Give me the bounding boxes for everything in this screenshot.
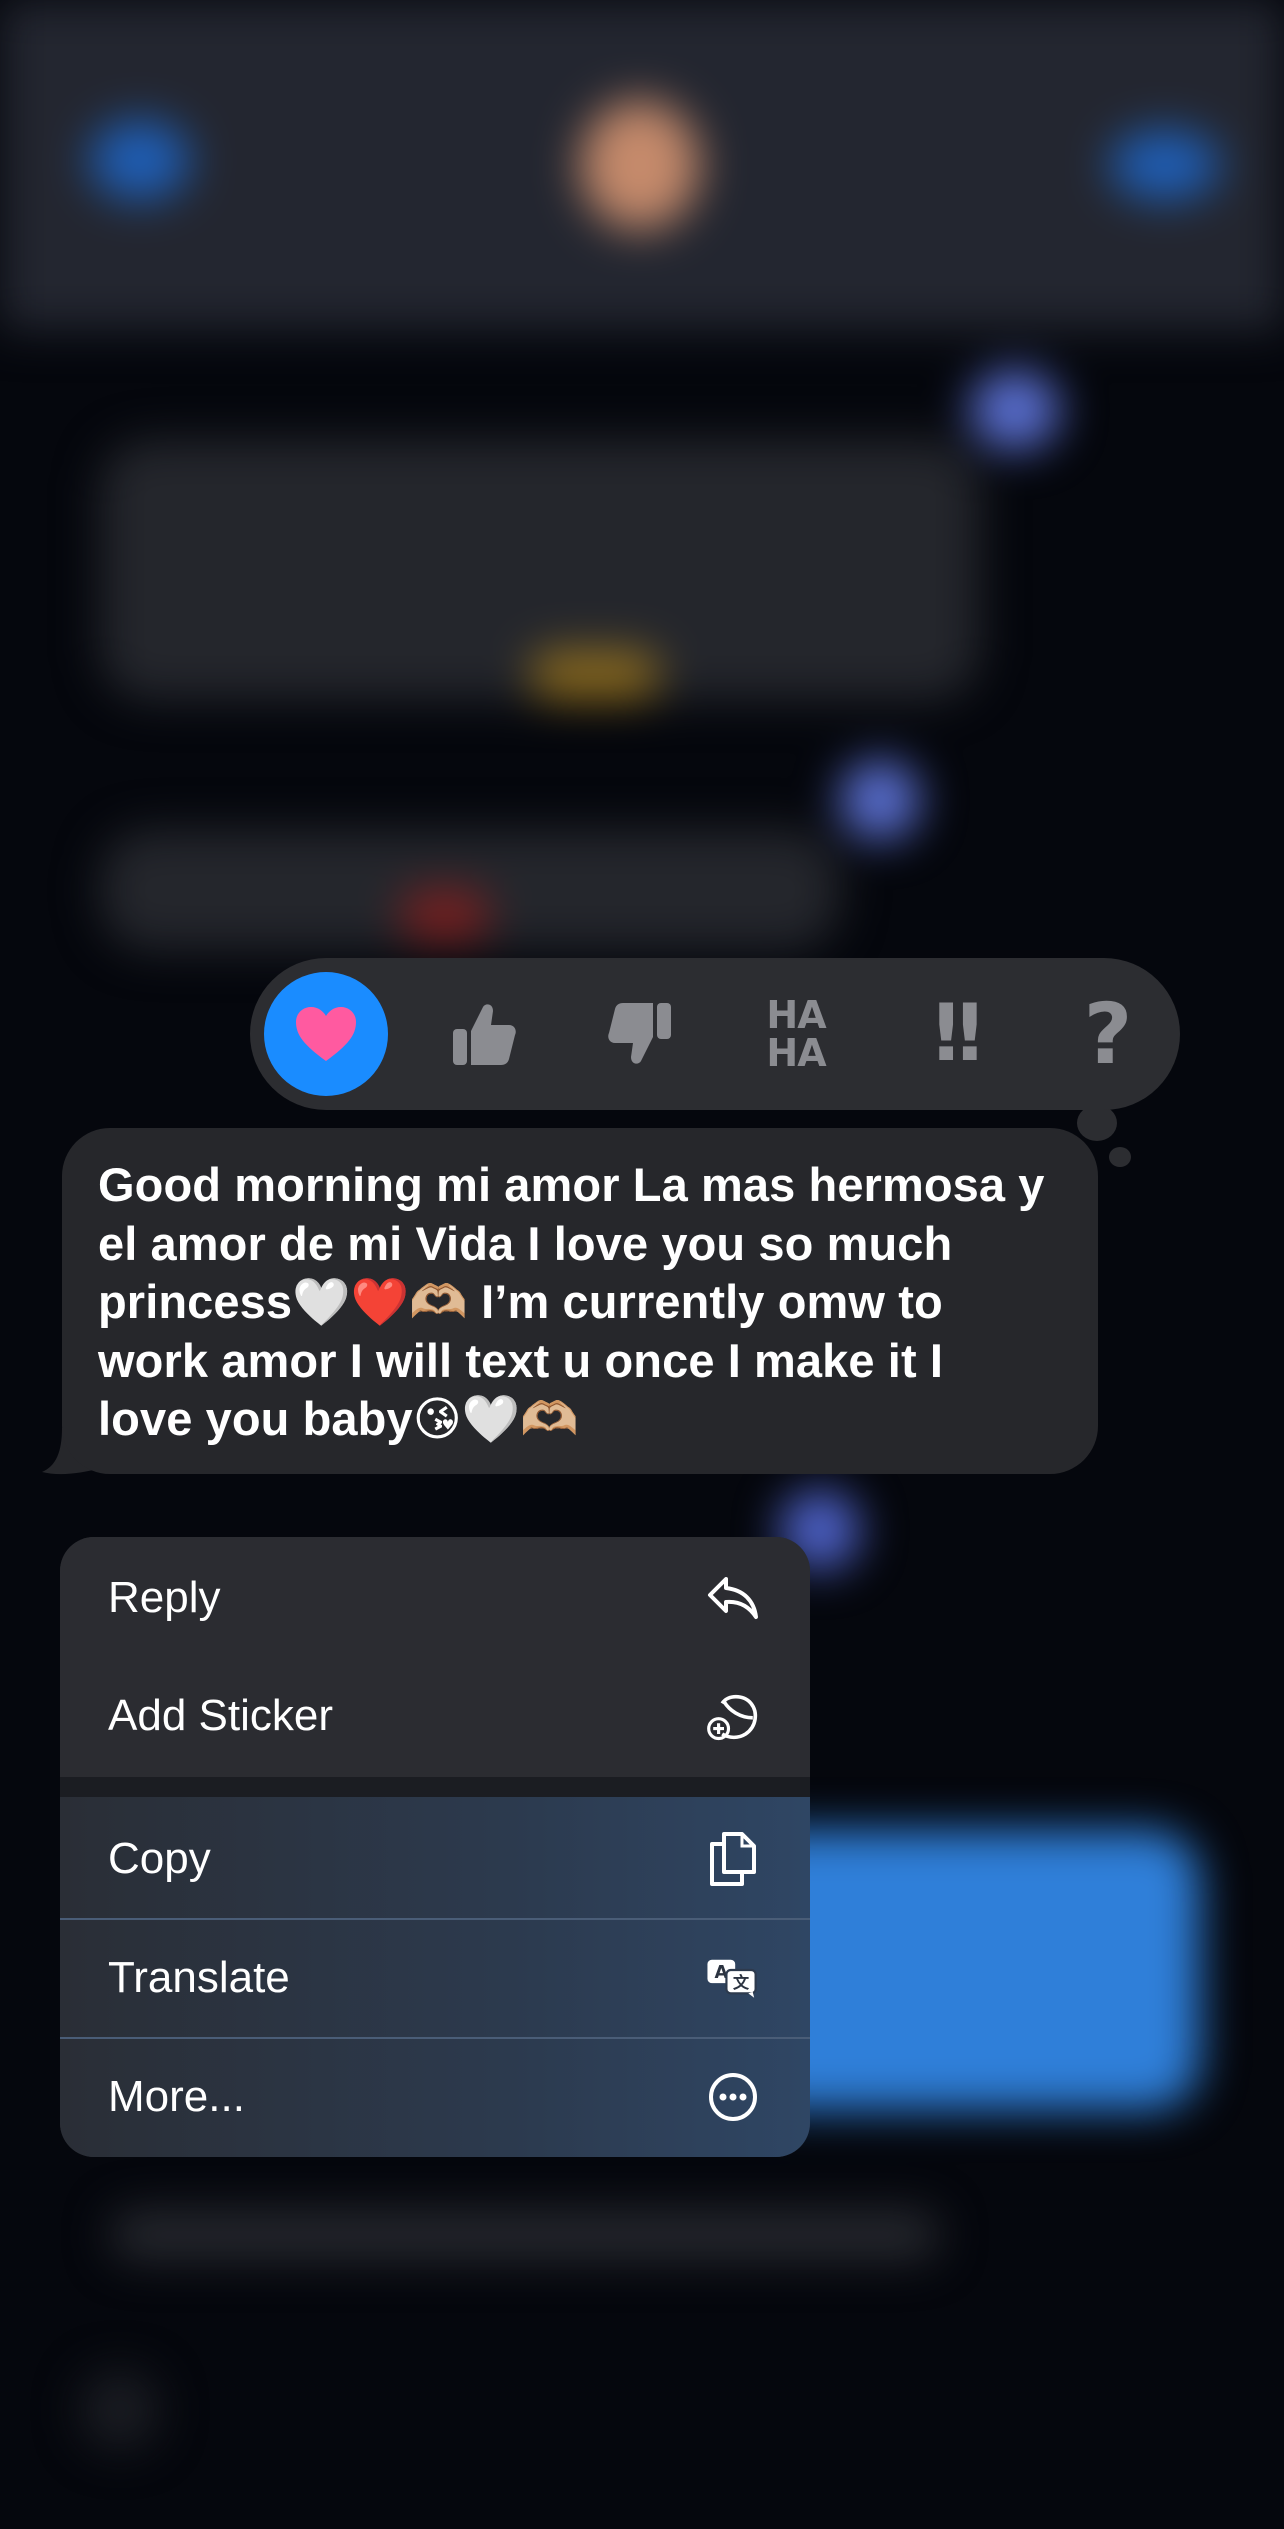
copy-icon (706, 1832, 760, 1886)
tapback-heart-button[interactable] (264, 972, 388, 1096)
menu-item-label: Copy (108, 1834, 211, 1883)
thumbs-up-icon (453, 1004, 516, 1065)
tapback-bar: HA HA !! ? (250, 958, 1180, 1110)
menu-item-label: Translate (108, 1953, 290, 2002)
question-icon: ? (1083, 985, 1133, 1083)
selected-message-bubble[interactable]: Good morning mi amor La mas hermosa y el… (62, 1128, 1098, 1474)
menu-item-copy[interactable]: Copy (60, 1800, 810, 1918)
message-text: Good morning mi amor La mas hermosa y el… (98, 1158, 1045, 1445)
blurred-back-button (90, 120, 190, 200)
menu-item-label: More... (108, 2072, 245, 2121)
blurred-emoji (400, 890, 490, 940)
reply-icon (706, 1571, 760, 1625)
thumbs-down-icon (608, 1003, 671, 1064)
blurred-reaction (840, 760, 920, 840)
tapback-haha-button[interactable]: HA HA (734, 972, 858, 1096)
tapback-thumbs-down-button[interactable] (578, 972, 702, 1096)
tapback-question-button[interactable]: ? (1046, 972, 1170, 1096)
haha-top: HA (766, 993, 826, 1037)
translate-icon: A 文 (706, 1951, 760, 2005)
tapback-thumbs-up-button[interactable] (422, 972, 546, 1096)
menu-item-more[interactable]: More... (60, 2038, 810, 2156)
menu-item-label: Reply (108, 1573, 221, 1622)
haha-bottom: HA (766, 1031, 826, 1075)
message-context-menu: Reply Add Sticker Copy Translate A 文 Mor… (60, 1537, 810, 2157)
more-icon (706, 2070, 760, 2124)
menu-item-translate[interactable]: Translate A 文 (60, 1919, 810, 2037)
blurred-input-button (80, 2370, 160, 2450)
tapback-emphasize-button[interactable]: !! (890, 972, 1014, 1096)
blurred-contact-avatar (580, 100, 700, 230)
tapback-tail-dot (1077, 1105, 1117, 1141)
tapback-tail-dot (1109, 1147, 1131, 1167)
svg-text:文: 文 (733, 1973, 750, 1992)
menu-item-reply[interactable]: Reply (60, 1539, 810, 1657)
blurred-reaction (970, 370, 1060, 450)
blurred-text-line (110, 2210, 940, 2260)
heart-icon (296, 1007, 356, 1061)
blurred-emoji (530, 650, 660, 700)
emphasize-icon: !! (928, 989, 987, 1079)
menu-item-add-sticker[interactable]: Add Sticker (60, 1657, 810, 1775)
menu-section-divider (60, 1777, 810, 1797)
blurred-video-button (1110, 130, 1220, 200)
menu-item-label: Add Sticker (108, 1691, 333, 1740)
add-sticker-icon (706, 1689, 760, 1743)
